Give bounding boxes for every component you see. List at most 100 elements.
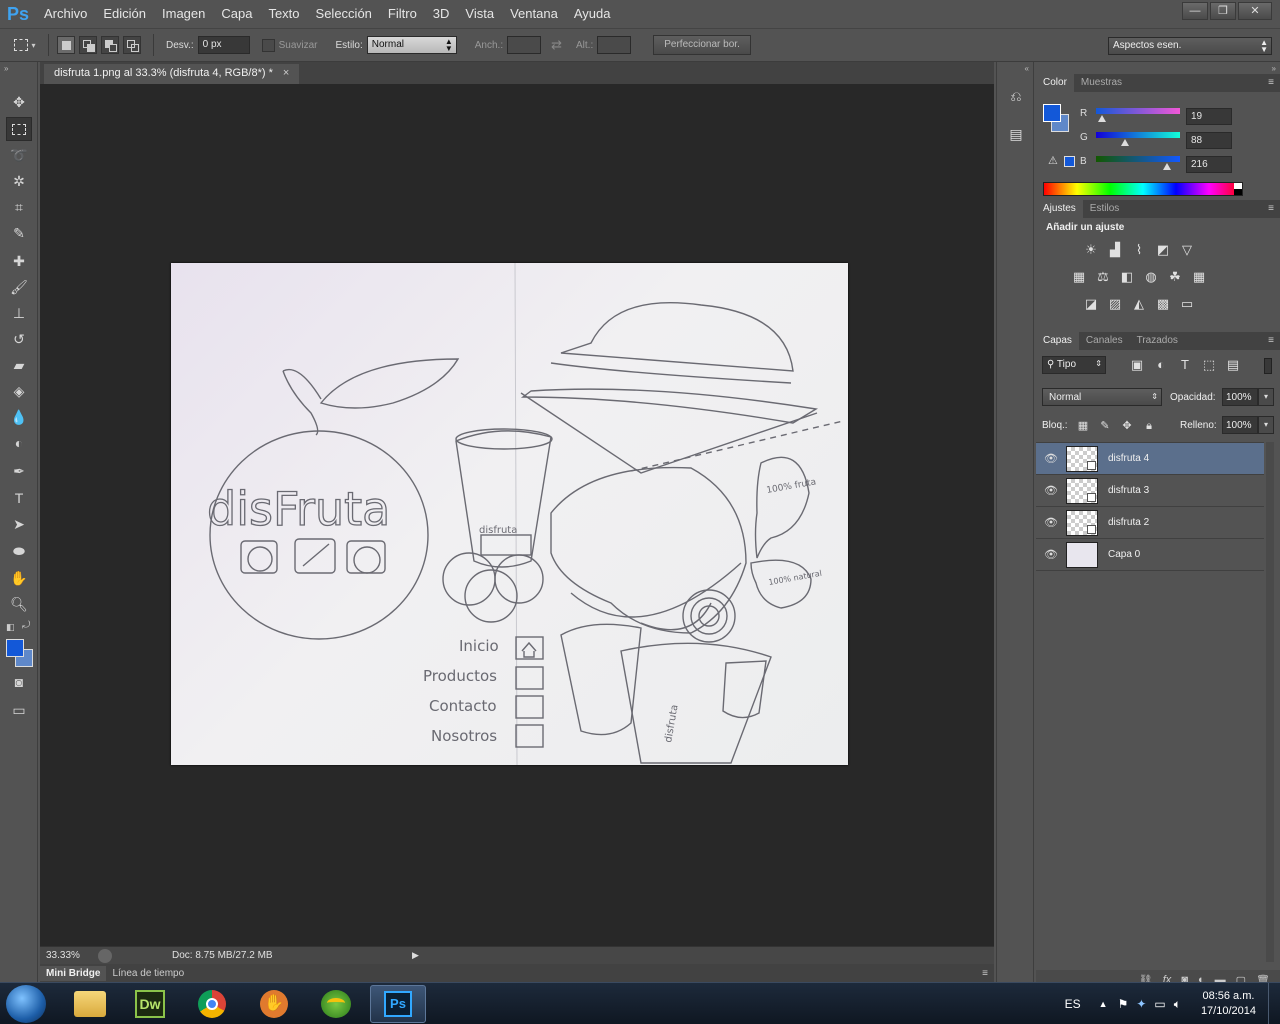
new-selection-icon[interactable] [57,36,75,54]
opacity-dropdown-icon[interactable]: ▾ [1258,388,1274,406]
screen-mode-icon[interactable]: ▭ [6,698,32,722]
width-input[interactable] [507,36,542,54]
lock-all-icon[interactable]: 🔒︎ [1140,418,1158,434]
blur-tool-icon[interactable]: 💧 [6,405,32,429]
color-spectrum[interactable] [1043,182,1243,196]
menu-archivo[interactable]: Archivo [36,0,95,28]
layer-name[interactable]: Capa 0 [1108,549,1140,560]
quick-mask-icon[interactable]: ◙ [6,670,32,694]
show-hidden-icons-icon[interactable]: ▲ [1099,999,1108,1009]
type-tool-icon[interactable]: T [6,486,32,510]
panel-menu-icon[interactable]: ≡ [982,968,988,979]
filter-adjustment-icon[interactable]: ◐ [1152,357,1170,373]
style-select[interactable]: Normal ▲ ▼ [366,36,457,54]
tab-paths[interactable]: Trazados [1130,332,1185,350]
menu-capa[interactable]: Capa [213,0,260,28]
visibility-eye-icon[interactable]: 👁︎ [1036,516,1066,529]
filter-type-icon[interactable]: T [1176,357,1194,373]
filter-toggle[interactable] [1264,358,1272,374]
status-menu-arrow-icon[interactable]: ▶ [412,950,419,961]
feather-input[interactable]: 0 px [197,36,250,54]
height-input[interactable] [597,36,632,54]
menu-edicion[interactable]: Edición [95,0,154,28]
lock-position-icon[interactable]: ✥ [1118,418,1136,434]
minimize-button[interactable]: — [1182,2,1208,20]
fill-dropdown-icon[interactable]: ▾ [1258,416,1274,434]
menu-3d[interactable]: 3D [425,0,458,28]
magic-wand-icon[interactable]: ✲ [6,169,32,193]
photoshop-taskbar-icon[interactable]: Ps [370,985,426,1023]
filter-smart-object-icon[interactable]: ▤ [1224,357,1242,373]
download-manager-icon[interactable] [308,985,364,1023]
layer-name[interactable]: disfruta 3 [1108,485,1149,496]
selective-color-icon[interactable]: ▩ [1154,296,1172,312]
color-balance-icon[interactable]: ⚖ [1094,269,1112,285]
layer-name[interactable]: disfruta 2 [1108,517,1149,528]
layer-row-capa-0[interactable]: 👁︎ Capa 0 [1036,539,1264,571]
red-slider-thumb[interactable] [1097,115,1106,122]
blend-mode-select[interactable]: Normal ⇕ [1042,388,1162,406]
blue-slider[interactable] [1096,156,1180,162]
sketch-image[interactable]: disFruta Inicio Productos Contacto Nosot… [171,263,848,765]
panel-menu-icon[interactable]: ≡ [1268,335,1274,346]
menu-ventana[interactable]: Ventana [502,0,566,28]
dropbox-icon[interactable]: ✦ [1136,997,1146,1011]
gradient-map-icon[interactable]: ▭ [1178,296,1196,312]
dodge-tool-icon[interactable]: ◐ [6,431,32,455]
restore-button[interactable]: ❐ [1210,2,1236,20]
eyedropper-icon[interactable]: ✎ [6,221,32,245]
pen-tool-icon[interactable]: ✒ [6,459,32,483]
menu-imagen[interactable]: Imagen [154,0,213,28]
layer-filter-select[interactable]: ⚲ Tipo ⇕ [1042,356,1106,374]
language-indicator[interactable]: ES [1065,997,1081,1011]
glove-app-icon[interactable]: ✋ [246,985,302,1023]
filter-pixel-icon[interactable]: ▣ [1128,357,1146,373]
gamut-warning-icon[interactable]: ⚠ [1048,154,1058,167]
blue-value-input[interactable]: 216 [1186,156,1232,173]
layer-row-disfruta-4[interactable]: 👁︎ disfruta 4 [1036,443,1264,475]
zoom-level[interactable]: 33.33% [40,950,88,961]
close-tab-icon[interactable]: × [283,67,289,81]
vibrance-icon[interactable]: ▽ [1178,242,1196,258]
opacity-input[interactable]: 100% [1222,388,1258,406]
lock-transparency-icon[interactable]: ▦ [1074,418,1092,434]
action-center-flag-icon[interactable]: ⚑ [1118,997,1129,1011]
workspace-select[interactable]: Aspectos esen. ▲ ▼ [1108,37,1272,55]
eraser-icon[interactable]: ▰ [6,353,32,377]
green-value-input[interactable]: 88 [1186,132,1232,149]
filter-shape-icon[interactable]: ⬚ [1200,357,1218,373]
swap-colors-icon[interactable]: ⤾ [22,620,30,631]
system-clock[interactable]: 08:56 a.m. 17/10/2014 [1201,989,1256,1019]
tab-timeline[interactable]: Línea de tiempo [106,966,190,981]
default-colors-icon[interactable]: ◧ [6,622,15,633]
web-safe-swatch[interactable] [1064,156,1075,167]
green-slider[interactable] [1096,132,1180,138]
tab-swatches[interactable]: Muestras [1074,74,1129,92]
collapse-arrows-icon[interactable]: « [1025,64,1029,73]
zoom-tool-icon[interactable]: 🔍︎ [6,592,32,616]
layer-name[interactable]: disfruta 4 [1108,453,1149,464]
move-tool-icon[interactable]: ✥ [6,90,32,114]
menu-seleccion[interactable]: Selección [308,0,380,28]
refine-edge-button[interactable]: Perfeccionar bor. [653,35,751,55]
swap-dimensions-icon[interactable]: ⇄ [551,37,562,53]
document-tab[interactable]: disfruta 1.png al 33.3% (disfruta 4, RGB… [44,64,300,84]
visibility-eye-icon[interactable]: 👁︎ [1036,548,1066,561]
blue-slider-thumb[interactable] [1163,163,1172,170]
anti-alias-checkbox[interactable] [261,38,275,52]
visibility-eye-icon[interactable]: 👁︎ [1036,452,1066,465]
close-window-button[interactable]: ✕ [1238,2,1272,20]
lasso-tool-icon[interactable]: ➰ [6,143,32,167]
tab-styles[interactable]: Estilos [1083,200,1126,218]
brush-tool-icon[interactable]: 🖌 [6,275,32,299]
rectangular-marquee-icon[interactable] [6,117,32,141]
crop-tool-icon[interactable]: ⌗ [6,195,32,219]
panel-menu-icon[interactable]: ≡ [1268,203,1274,214]
panel-foreground-swatch[interactable] [1043,104,1061,122]
path-selection-icon[interactable]: ➤ [6,512,32,536]
history-panel-icon[interactable]: ⎌ [1006,88,1026,108]
volume-icon[interactable]: 🔈︎ [1174,997,1181,1012]
photo-filter-icon[interactable]: ◍ [1142,269,1160,285]
hue-saturation-icon[interactable]: ▦ [1070,269,1088,285]
properties-panel-icon[interactable]: ▤ [1006,126,1026,146]
